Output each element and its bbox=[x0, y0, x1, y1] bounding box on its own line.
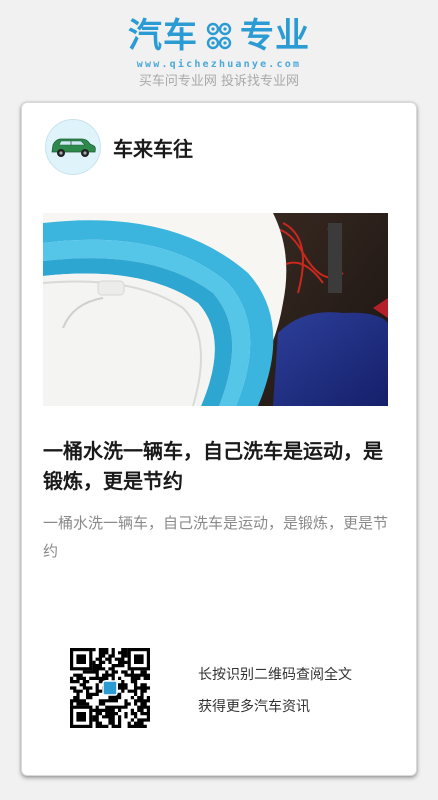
gear-icon bbox=[206, 22, 232, 50]
qr-caption: 长按识别二维码查阅全文 获得更多汽车资讯 bbox=[198, 659, 352, 723]
logo-text-left: 汽车 bbox=[128, 16, 198, 56]
logo-text-right: 专业 bbox=[240, 16, 310, 56]
car-icon bbox=[51, 138, 96, 157]
article-summary: 一桶水洗一辆车，自己洗车是运动，是锻炼，更是节约 bbox=[43, 514, 389, 560]
qr-code-icon[interactable] bbox=[70, 648, 150, 728]
cover-image[interactable] bbox=[43, 213, 388, 406]
article-title[interactable]: 一桶水洗一辆车，自己洗车是运动，是锻炼，更是节约 bbox=[43, 436, 393, 496]
author-row[interactable]: 车来车往 bbox=[45, 119, 193, 175]
site-logo: 汽车 专业 www.qichezhuanye.com 买车问专业网 投诉找专业网 bbox=[0, 14, 438, 90]
qr-caption-line1: 长按识别二维码查阅全文 bbox=[198, 667, 352, 683]
author-name[interactable]: 车来车往 bbox=[113, 133, 193, 162]
site-slogan: 买车问专业网 投诉找专业网 bbox=[138, 74, 300, 89]
plastic-bucket-photo bbox=[43, 213, 388, 406]
logo-row: 汽车 专业 bbox=[0, 14, 438, 58]
article-card[interactable]: 车来车往 一桶水洗一辆车，自己洗车是运动，是锻炼，更是节约 一桶水洗一辆车，自己… bbox=[21, 102, 417, 776]
site-url: www.qichezhuanye.com bbox=[136, 59, 302, 70]
qr-caption-line2: 获得更多汽车资讯 bbox=[198, 699, 310, 715]
avatar[interactable] bbox=[45, 119, 101, 175]
